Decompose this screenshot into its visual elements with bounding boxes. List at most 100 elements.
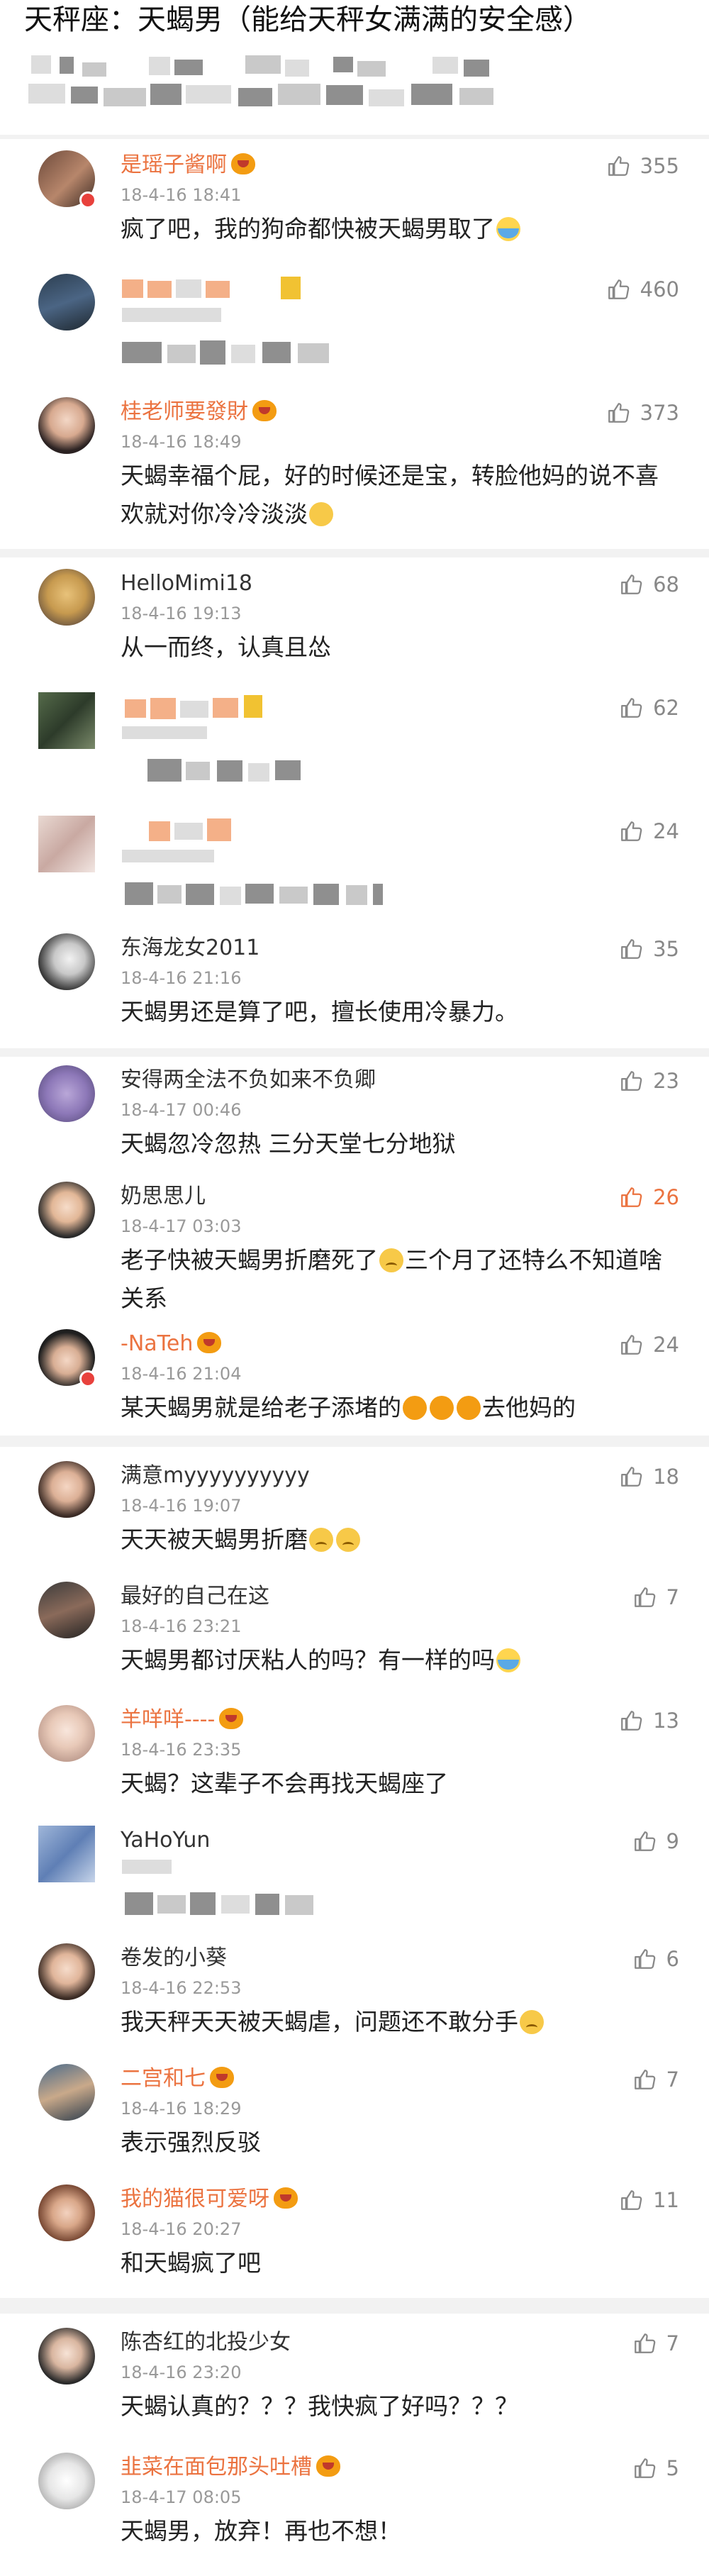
like-button[interactable]: 24: [619, 1332, 679, 1358]
commenter-name[interactable]: 安得两全法不负如来不负卿: [121, 1067, 376, 1094]
comment-item: 韭菜在面包那头吐槽 18-4-17 08:05 天蝎男，放弃！再也不想！ 5: [0, 2453, 709, 2559]
commenter-name[interactable]: HelloMimi18: [121, 570, 252, 597]
like-button[interactable]: 18: [619, 1464, 679, 1489]
like-button[interactable]: 9: [632, 1828, 679, 1854]
avatar[interactable]: [38, 2328, 95, 2385]
thumbs-up-icon: [634, 1949, 655, 1969]
comment-item: 最好的自己在这 18-4-16 23:21 天蝎男都讨厌粘人的吗？有一样的吗 7: [0, 1582, 709, 1688]
thumbs-up-icon: [634, 2070, 655, 2089]
avatar[interactable]: [38, 692, 95, 749]
avatar[interactable]: [38, 1582, 95, 1638]
like-button[interactable]: 23: [619, 1068, 679, 1094]
thumbs-up-icon: [621, 698, 642, 718]
like-button[interactable]: 7: [632, 2331, 679, 2356]
commenter-name[interactable]: -NaTeh: [121, 1331, 222, 1358]
commenter-name[interactable]: 卷发的小葵: [121, 1945, 227, 1972]
awkward-emoji-icon: [309, 1528, 333, 1552]
comment-text: 天天被天蝎男折磨: [121, 1521, 674, 1559]
comment-item: 是瑶子酱啊 18-4-16 18:41 疯了吧，我的狗命都快被天蝎男取了 355: [0, 150, 709, 261]
avatar[interactable]: [38, 1182, 95, 1238]
commenter-name[interactable]: 我的猫很可爱呀: [121, 2186, 298, 2213]
like-count: 9: [666, 1829, 679, 1853]
like-count: 26: [653, 1185, 679, 1209]
comment-item: 460: [0, 274, 709, 387]
vip-icon: [274, 2187, 298, 2209]
commenter-name[interactable]: 奶思思儿: [121, 1183, 206, 1210]
commenter-name[interactable]: 是瑶子酱啊: [121, 152, 255, 179]
like-button[interactable]: 35: [619, 936, 679, 962]
comment-text: 表示强烈反驳: [121, 2128, 261, 2156]
avatar[interactable]: [38, 1826, 95, 1882]
awkward-emoji-icon: [336, 1528, 360, 1552]
thumbs-up-icon: [621, 1711, 642, 1731]
like-count: 24: [653, 1333, 679, 1357]
like-button[interactable]: 24: [619, 818, 679, 844]
comment-text: 疯了吧，我的狗命都快被天蝎男取了: [121, 210, 674, 248]
like-count: 13: [653, 1709, 679, 1733]
avatar[interactable]: [38, 1065, 95, 1122]
avatar[interactable]: [38, 816, 95, 872]
like-button[interactable]: 460: [606, 277, 679, 302]
vip-icon: [210, 2067, 234, 2088]
comment-text: 和天蝎疯了吧: [121, 2249, 261, 2277]
like-count: 23: [653, 1069, 679, 1093]
comment-text: 老子快被天蝎男折磨死了 三个月了还特么不知道啥关系: [121, 1246, 662, 1312]
like-button[interactable]: 373: [606, 400, 679, 426]
comment-item: 二宫和七 18-4-16 18:29 表示强烈反驳 7: [0, 2064, 709, 2170]
comment-time: 18-4-16 23:20: [121, 2363, 242, 2382]
commenter-name[interactable]: YaHoYun: [121, 1827, 210, 1854]
like-count: 11: [653, 2188, 679, 2212]
avatar[interactable]: [38, 1705, 95, 1762]
like-button[interactable]: 355: [606, 153, 679, 179]
comment-group: 是瑶子酱啊 18-4-16 18:41 疯了吧，我的狗命都快被天蝎男取了 355…: [0, 139, 709, 549]
avatar[interactable]: [38, 1943, 95, 2000]
comment-time: 18-4-17 08:05: [121, 2487, 242, 2507]
comment-item: 安得两全法不负如来不负卿 18-4-17 00:46 天蝎忽冷忽热 三分天堂七分…: [0, 1065, 709, 1172]
thumbs-up-icon: [621, 939, 642, 959]
avatar[interactable]: [38, 274, 95, 331]
like-button[interactable]: 6: [632, 1946, 679, 1972]
comment-time: 18-4-16 19:07: [121, 1496, 242, 1516]
comment-text: 天蝎幸福个屁，好的时候还是宝，转脸他妈的说不喜欢就对你冷冷淡淡: [121, 462, 659, 528]
commenter-name[interactable]: 羊咩咩----: [121, 1706, 244, 1733]
vip-icon: [219, 1708, 244, 1729]
like-button[interactable]: 7: [632, 2067, 679, 2092]
thumbs-up-icon: [621, 1187, 642, 1207]
like-button[interactable]: 68: [619, 572, 679, 597]
commenter-name[interactable]: 二宫和七: [121, 2065, 234, 2092]
avatar[interactable]: [38, 2184, 95, 2241]
thumbs-up-icon: [608, 403, 629, 423]
avatar[interactable]: [38, 933, 95, 990]
commenter-name[interactable]: 韭菜在面包那头吐槽: [121, 2454, 340, 2481]
like-button[interactable]: 11: [619, 2187, 679, 2213]
avatar[interactable]: [38, 1461, 95, 1518]
comment-text: 从一而终，认真且怂: [121, 633, 331, 661]
like-count: 24: [653, 819, 679, 843]
like-button[interactable]: 7: [632, 1584, 679, 1610]
comment-text: 天蝎男还是算了吧，擅长使用冷暴力。: [121, 998, 518, 1026]
post-title: 天秤座：天蝎男（能给天秤女满满的安全感）: [24, 4, 591, 36]
like-button[interactable]: 26: [619, 1184, 679, 1210]
commenter-name[interactable]: 最好的自己在这: [121, 1583, 269, 1610]
avatar[interactable]: [38, 2064, 95, 2121]
commenter-name[interactable]: 陈杏红的北投少女: [121, 2329, 291, 2356]
avatar[interactable]: [38, 397, 95, 454]
like-button[interactable]: 13: [619, 1708, 679, 1733]
disappointed-emoji-icon: [520, 2010, 544, 2034]
avatar[interactable]: [38, 2453, 95, 2509]
comment-item: 24: [0, 816, 709, 922]
commenter-name[interactable]: 东海龙女2011: [121, 935, 259, 962]
comment-time: 18-4-16 23:21: [121, 1616, 242, 1636]
like-count: 7: [666, 1585, 679, 1609]
thumbs-up-icon: [621, 1467, 642, 1487]
commenter-name[interactable]: 桂老师要發財: [121, 399, 277, 426]
comment-item: 陈杏红的北投少女 18-4-16 23:20 天蝎认真的？？？我快疯了好吗？？？…: [0, 2328, 709, 2434]
comment-text: 天蝎男都讨厌粘人的吗？有一样的吗: [121, 1641, 674, 1680]
like-button[interactable]: 5: [632, 2455, 679, 2481]
commenter-name[interactable]: 满意myyyyyyyyyy: [121, 1462, 310, 1489]
comment-group: 满意myyyyyyyyyy 18-4-16 19:07 天天被天蝎男折磨 18 …: [0, 1447, 709, 2298]
avatar[interactable]: [38, 569, 95, 626]
verified-badge-icon: [79, 191, 96, 209]
like-button[interactable]: 62: [619, 695, 679, 721]
comment-time: 18-4-16 21:04: [121, 1364, 242, 1384]
